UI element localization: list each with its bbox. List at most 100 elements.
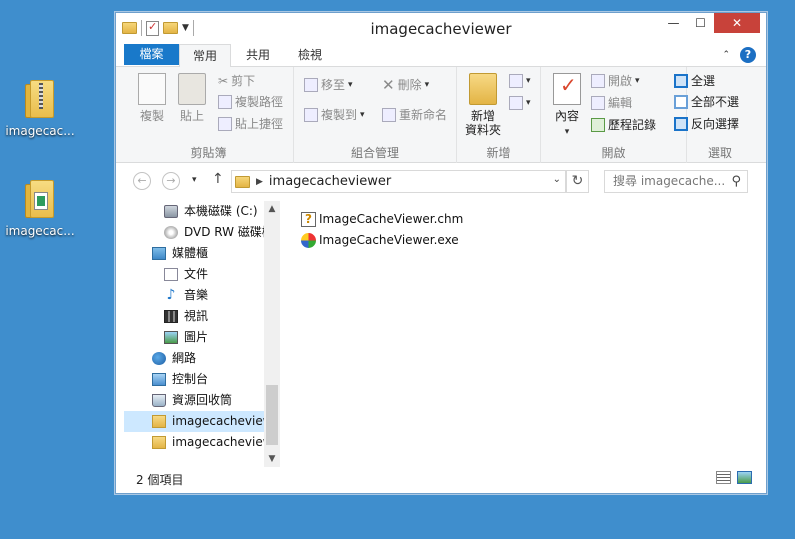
tab-file[interactable]: 檔案 — [124, 44, 179, 65]
close-button[interactable]: ✕ — [714, 13, 760, 33]
control-panel-icon — [152, 373, 166, 386]
rename-label: 重新命名 — [399, 108, 448, 122]
nav-item[interactable]: 視訊 — [124, 306, 280, 327]
tab-home[interactable]: 常用 — [179, 44, 231, 68]
chevron-down-icon[interactable]: ⌄ — [553, 174, 561, 185]
up-button[interactable]: ↑ — [212, 171, 224, 187]
maximize-button[interactable]: ☐ — [687, 13, 714, 33]
nav-item[interactable]: 本機磁碟 (C:) — [124, 201, 280, 222]
chevron-up-icon[interactable]: ⌃ — [722, 50, 730, 60]
tab-share[interactable]: 共用 — [232, 44, 284, 67]
delete-label: 刪除 — [397, 78, 422, 92]
new-folder-button[interactable]: 新增 資料夾 — [461, 73, 505, 137]
invert-selection-button[interactable]: 反向選擇 — [674, 114, 739, 134]
nav-item-label: 音樂 — [184, 288, 209, 302]
copy-button[interactable]: 複製 — [132, 73, 172, 123]
edit-button[interactable]: 編輯 — [591, 93, 632, 113]
title-bar[interactable]: ▼ imagecacheviewer — ☐ ✕ — [116, 13, 766, 44]
nav-item[interactable]: 文件 — [124, 264, 280, 285]
new-folder-label-1: 新增 — [470, 109, 495, 123]
select-group-label: 選取 — [707, 146, 732, 160]
zip-folder-icon — [152, 436, 166, 449]
copy-to-button[interactable]: 複製到 ▾ — [304, 105, 365, 125]
new-item-button[interactable]: ▾ — [509, 71, 531, 91]
rename-button[interactable]: 重新命名 — [382, 105, 447, 125]
file-list: ImageCacheViewer.chm ImageCacheViewer.ex… — [301, 209, 741, 459]
open-button[interactable]: 開啟 ▾ — [591, 71, 640, 91]
edit-label: 編輯 — [608, 96, 633, 110]
nav-item-label: 文件 — [184, 267, 209, 281]
nav-item[interactable]: DVD RW 磁碟機 — [124, 222, 280, 243]
nav-item-label: 本機磁碟 (C:) — [184, 204, 258, 218]
copy-path-button[interactable]: 複製路徑 — [218, 92, 283, 112]
nav-item[interactable]: 圖片 — [124, 327, 280, 348]
desktop-icon-folder[interactable]: imagecac... — [0, 180, 80, 238]
edit-icon — [591, 96, 605, 110]
history-button[interactable]: 歷程記錄 — [591, 115, 656, 135]
chevron-down-icon: ▾ — [360, 110, 365, 120]
search-icon[interactable]: ⚲ — [731, 171, 741, 192]
details-view-icon[interactable] — [716, 471, 731, 484]
address-path[interactable]: imagecacheviewer — [269, 174, 391, 189]
ribbon-tabs: 檔案 常用 共用 檢視 ⌃ ? — [116, 44, 766, 68]
paste-shortcut-button[interactable]: 貼上捷徑 — [218, 114, 283, 134]
search-input[interactable]: 搜尋 imagecache... ⚲ — [604, 170, 748, 193]
minimize-button[interactable]: — — [660, 13, 687, 33]
address-row: ← → ▾ ↑ ▶ imagecacheviewer ⌄ ↻ 搜尋 imagec… — [116, 163, 766, 197]
open-group-label: 開啟 — [601, 146, 626, 160]
recent-locations-icon[interactable]: ▾ — [192, 175, 197, 185]
properties-label: 內容 — [554, 109, 579, 123]
paste-icon — [178, 73, 206, 105]
file-item[interactable]: ImageCacheViewer.chm — [301, 209, 741, 230]
properties-button[interactable]: 內容 ▾ — [547, 73, 587, 139]
copy-to-label: 複製到 — [321, 108, 358, 122]
music-icon: ♪ — [166, 287, 176, 303]
folder-icon — [152, 415, 166, 428]
clipboard-group: 複製 貼上 ✂ 剪下 複製路徑 貼上捷徑 剪貼簿 — [124, 67, 294, 163]
nav-item[interactable]: ♪ 音樂 — [124, 285, 280, 306]
scroll-up-icon[interactable]: ▲ — [264, 201, 280, 217]
large-icons-view-icon[interactable] — [737, 471, 752, 484]
nav-scrollbar[interactable]: ▲ ▼ — [264, 201, 280, 467]
zip-folder-icon — [22, 80, 58, 120]
delete-icon: ✕ — [382, 76, 395, 94]
forward-button[interactable]: → — [162, 172, 180, 190]
refresh-button[interactable]: ↻ — [566, 170, 589, 193]
select-all-button[interactable]: 全選 — [674, 71, 715, 91]
nav-item[interactable]: imagecacheviewer — [124, 411, 280, 432]
select-group: 全選 全部不選 反向選擇 選取 — [674, 67, 753, 163]
nav-item[interactable]: 網路 — [124, 348, 280, 369]
select-none-button[interactable]: 全部不選 — [674, 92, 739, 112]
move-to-button[interactable]: 移至 ▾ — [304, 75, 353, 95]
easy-access-button[interactable]: ▾ — [509, 93, 531, 113]
folder-icon — [22, 180, 58, 220]
library-icon — [152, 247, 166, 260]
nav-item[interactable]: imagecacheviewer — [124, 432, 280, 453]
delete-button[interactable]: ✕ 刪除 ▾ — [382, 75, 429, 95]
copy-icon — [138, 73, 166, 105]
nav-item[interactable]: 控制台 — [124, 369, 280, 390]
nav-item[interactable]: 資源回收筒 — [124, 390, 280, 411]
chevron-right-icon[interactable]: ▶ — [256, 177, 263, 187]
chevron-down-icon: ▾ — [348, 80, 353, 90]
cut-button[interactable]: ✂ 剪下 — [218, 71, 255, 91]
new-folder-label-2: 資料夾 — [464, 123, 501, 137]
status-bar: 2 個項目 — [116, 465, 766, 493]
copy-to-icon — [304, 108, 318, 122]
desktop-icon-zip-folder[interactable]: imagecac... — [0, 80, 80, 138]
explorer-window: ▼ imagecacheviewer — ☐ ✕ 檔案 常用 共用 檢視 ⌃ ?… — [115, 12, 767, 494]
back-button[interactable]: ← — [133, 172, 151, 190]
address-bar[interactable]: ▶ imagecacheviewer ⌄ — [231, 170, 566, 193]
select-none-icon — [674, 95, 688, 109]
help-icon[interactable]: ? — [740, 47, 756, 63]
scroll-thumb[interactable] — [266, 385, 278, 445]
tab-view[interactable]: 檢視 — [284, 44, 336, 67]
file-name: ImageCacheViewer.chm — [319, 212, 464, 226]
file-item[interactable]: ImageCacheViewer.exe — [301, 230, 741, 251]
move-to-icon — [304, 78, 318, 92]
invert-selection-label: 反向選擇 — [691, 117, 740, 131]
navigation-pane: 本機磁碟 (C:) DVD RW 磁碟機 媒體櫃文件 ♪ 音樂視訊 圖片 網路 控制台 資源回收… — [124, 201, 280, 465]
nav-item[interactable]: 媒體櫃 — [124, 243, 280, 264]
chevron-down-icon: ▾ — [635, 76, 640, 86]
paste-button[interactable]: 貼上 — [172, 73, 212, 123]
